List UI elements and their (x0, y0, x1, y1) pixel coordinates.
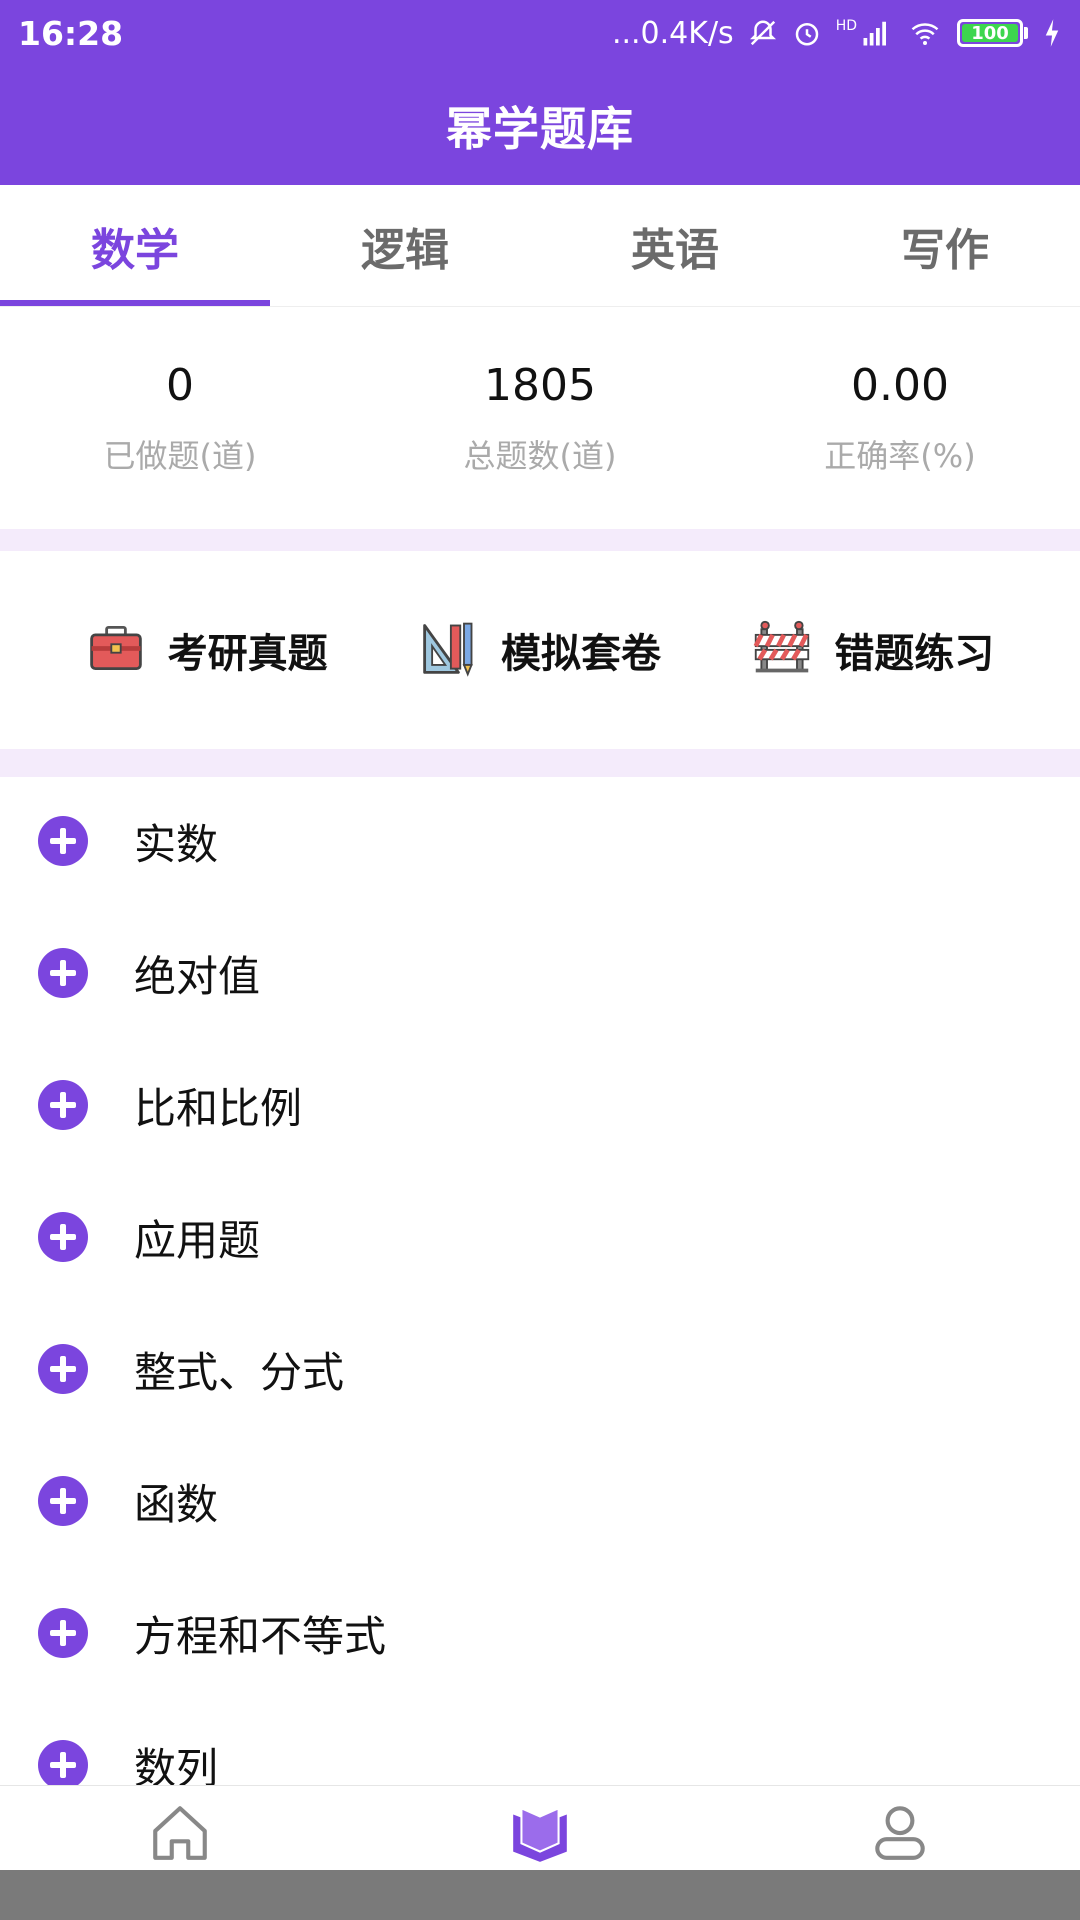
tab-logic[interactable]: 逻辑 (270, 185, 540, 306)
topic-name: 实数 (134, 819, 219, 869)
mock-papers-button[interactable]: 模拟套卷 (419, 618, 661, 682)
battery-icon: 100 (957, 19, 1028, 47)
toolbox-icon (86, 618, 146, 682)
topic-name: 方程和不等式 (134, 1611, 387, 1661)
mock-papers-label: 模拟套卷 (500, 631, 661, 677)
topic-name: 比和比例 (134, 1083, 303, 1133)
page-title: 幂学题库 (446, 101, 634, 156)
expand-plus-icon[interactable] (38, 1212, 88, 1262)
profile-icon (867, 1800, 933, 1870)
topic-name: 绝对值 (134, 951, 261, 1001)
topic-name: 应用题 (134, 1215, 261, 1265)
stat-accuracy: 0.00 正确率(%) (720, 360, 1080, 477)
stat-total: 1805 总题数(道) (360, 360, 720, 477)
stat-done-value: 0 (166, 359, 194, 411)
expand-plus-icon[interactable] (38, 948, 88, 998)
network-speed: ...0.4K/s (611, 15, 734, 51)
wifi-icon (907, 18, 943, 48)
charging-icon (1042, 18, 1062, 48)
past-exams-label: 考研真题 (167, 631, 328, 677)
expand-plus-icon[interactable] (38, 1608, 88, 1658)
barrier-icon (752, 618, 812, 682)
section-divider (0, 529, 1080, 551)
hd-label: HD (835, 18, 857, 34)
topic-name: 函数 (134, 1479, 219, 1529)
expand-plus-icon[interactable] (38, 1740, 88, 1785)
section-divider (0, 749, 1080, 777)
signal-icon: HD (836, 18, 893, 48)
app-screen: 16:28 ...0.4K/s HD 100 幂学题库 数学 逻辑 英语 写作 … (0, 0, 1080, 1920)
home-icon (147, 1800, 213, 1870)
list-item[interactable]: 应用题 (0, 1171, 1080, 1303)
subject-tabs: 数学 逻辑 英语 写作 (0, 185, 1080, 307)
past-exams-button[interactable]: 考研真题 (86, 618, 328, 682)
list-item[interactable]: 绝对值 (0, 907, 1080, 1039)
status-time: 16:28 (18, 13, 124, 53)
expand-plus-icon[interactable] (38, 1344, 88, 1394)
expand-plus-icon[interactable] (38, 816, 88, 866)
stat-accuracy-label: 正确率(%) (824, 436, 976, 475)
expand-plus-icon[interactable] (38, 1080, 88, 1130)
bell-muted-icon (748, 18, 778, 48)
stat-accuracy-value: 0.00 (851, 359, 949, 411)
book-icon (507, 1800, 573, 1870)
tab-writing[interactable]: 写作 (810, 185, 1080, 306)
stat-total-label: 总题数(道) (463, 436, 617, 475)
list-item[interactable]: 函数 (0, 1435, 1080, 1567)
status-icons: ...0.4K/s HD 100 (612, 16, 1062, 51)
stat-done-label: 已做题(道) (103, 436, 257, 475)
expand-plus-icon[interactable] (38, 1476, 88, 1526)
tab-english[interactable]: 英语 (540, 185, 810, 306)
wrong-questions-button[interactable]: 错题练习 (752, 618, 994, 682)
list-item[interactable]: 比和比例 (0, 1039, 1080, 1171)
topic-name: 数列 (134, 1743, 219, 1786)
app-bar: 幂学题库 (0, 66, 1080, 185)
system-gesture-bar (0, 1870, 1080, 1920)
status-bar: 16:28 ...0.4K/s HD 100 (0, 0, 1080, 66)
battery-level: 100 (962, 23, 1018, 44)
tab-math[interactable]: 数学 (0, 185, 270, 306)
stat-total-value: 1805 (484, 359, 596, 411)
list-item[interactable]: 方程和不等式 (0, 1567, 1080, 1699)
alarm-icon (792, 18, 822, 48)
topic-name: 整式、分式 (134, 1347, 345, 1397)
list-item[interactable]: 实数 (0, 775, 1080, 907)
header: 16:28 ...0.4K/s HD 100 幂学题库 (0, 0, 1080, 185)
quick-actions: 考研真题 模拟套卷 错题练习 (0, 551, 1080, 749)
stat-done: 0 已做题(道) (0, 360, 360, 477)
topic-list: 实数 绝对值 比和比例 应用题 整式、分式 函数 方程和不等式 数列 (0, 775, 1080, 1785)
ruler-pencil-icon (419, 618, 479, 682)
list-item[interactable]: 数列 (0, 1699, 1080, 1785)
stats-panel: 0 已做题(道) 1805 总题数(道) 0.00 正确率(%) (0, 307, 1080, 529)
wrong-questions-label: 错题练习 (834, 631, 995, 677)
list-item[interactable]: 整式、分式 (0, 1303, 1080, 1435)
